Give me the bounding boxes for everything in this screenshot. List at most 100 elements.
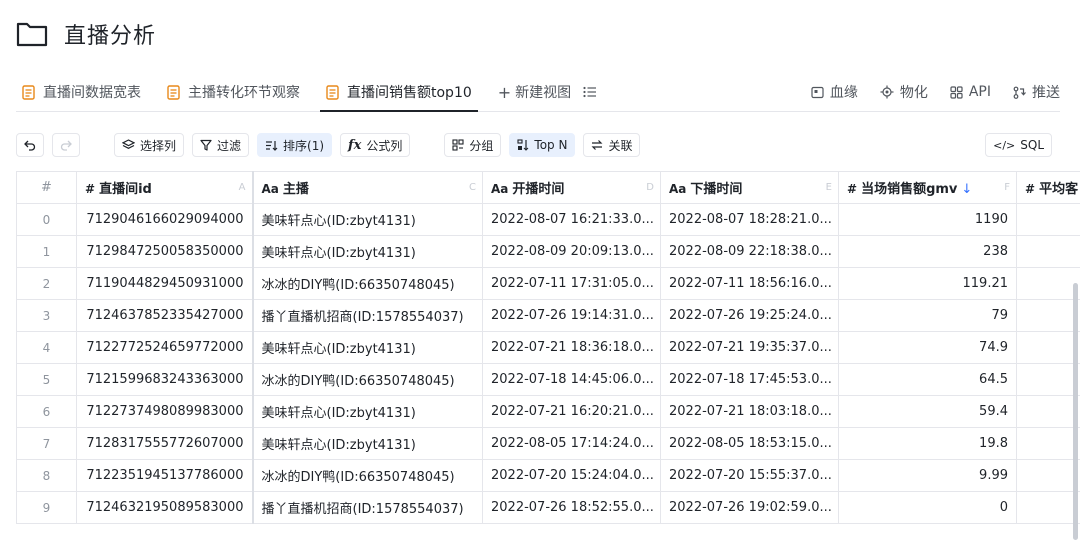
cell-gmv[interactable]: 64.5 (838, 363, 1017, 396)
push-button[interactable]: 推送 (1013, 82, 1060, 102)
cell-anchor[interactable]: 冰冰的DIY鸭(ID:66350748045) (252, 267, 483, 300)
group-button[interactable]: 分组 (444, 133, 502, 157)
cell-gmv[interactable]: 19.8 (838, 427, 1017, 460)
cell-end-time[interactable]: 2022-07-21 18:03:18.0... (660, 395, 839, 428)
cell-anchor[interactable]: 冰冰的DIY鸭(ID:66350748045) (252, 363, 483, 396)
new-view-button[interactable]: + 新建视图 (492, 74, 577, 110)
cell-anchor[interactable]: 冰冰的DIY鸭(ID:66350748045) (252, 459, 483, 492)
table-row[interactable]: 7 7128317555772607000 美味轩点心(ID:zbyt4131) 20… (16, 427, 1080, 460)
cell-start-time[interactable]: 2022-07-26 18:52:55.0... (482, 491, 661, 524)
cell-gmv[interactable]: 79 (838, 299, 1017, 332)
cell-gmv[interactable]: 0 (838, 491, 1017, 524)
row-number[interactable]: 6 (16, 395, 77, 428)
cell-avg[interactable] (1016, 491, 1080, 524)
cell-end-time[interactable]: 2022-08-09 22:18:38.0... (660, 235, 839, 268)
cell-start-time[interactable]: 2022-07-21 18:36:18.0... (482, 331, 661, 364)
cell-room-id[interactable]: 7129046166029094000 (76, 203, 254, 236)
cell-avg[interactable] (1016, 427, 1080, 460)
cell-start-time[interactable]: 2022-07-18 14:45:06.0... (482, 363, 661, 396)
tab-anchor-conversion[interactable]: 主播转化环节观察 (161, 74, 306, 110)
tab-sales-top10[interactable]: 直播间销售额top10 (320, 74, 478, 112)
lineage-button[interactable]: 血缘 (811, 82, 858, 102)
row-number[interactable]: 3 (16, 299, 77, 332)
cell-start-time[interactable]: 2022-08-09 20:09:13.0... (482, 235, 661, 268)
join-button[interactable]: 关联 (583, 133, 641, 157)
table-row[interactable]: 5 7121599683243363000 冰冰的DIY鸭(ID:663507480… (16, 363, 1080, 396)
cell-anchor[interactable]: 播丫直播机招商(ID:1578554037) (252, 299, 483, 332)
cell-avg[interactable] (1016, 203, 1080, 236)
cell-gmv[interactable]: 74.9 (838, 331, 1017, 364)
row-number[interactable]: 4 (16, 331, 77, 364)
cell-anchor[interactable]: 美味轩点心(ID:zbyt4131) (252, 203, 483, 236)
cell-room-id[interactable]: 7129847250058350000 (76, 235, 254, 268)
cell-room-id[interactable]: 7128317555772607000 (76, 427, 254, 460)
cell-room-id[interactable]: 7122351945137786000 (76, 459, 254, 492)
redo-button[interactable] (52, 133, 80, 157)
vertical-scrollbar[interactable] (1073, 283, 1078, 540)
cell-end-time[interactable]: 2022-07-18 17:45:53.0... (660, 363, 839, 396)
row-number[interactable]: 8 (16, 459, 77, 492)
formula-column-button[interactable]: fx 公式列 (340, 133, 411, 157)
cell-gmv[interactable]: 1190 (838, 203, 1017, 236)
cell-anchor[interactable]: 播丫直播机招商(ID:1578554037) (252, 491, 483, 524)
cell-avg[interactable] (1016, 331, 1080, 364)
cell-avg[interactable] (1016, 235, 1080, 268)
table-row[interactable]: 9 7124632195089583000 播丫直播机招商(ID:157855403… (16, 491, 1080, 524)
table-row[interactable]: 6 7122737498089983000 美味轩点心(ID:zbyt4131) 20… (16, 395, 1080, 428)
topn-button[interactable]: Top N (509, 133, 576, 157)
cell-end-time[interactable]: 2022-07-26 19:02:59.0... (660, 491, 839, 524)
row-number[interactable]: 2 (16, 267, 77, 300)
cell-gmv[interactable]: 238 (838, 235, 1017, 268)
table-row[interactable]: 4 7122772524659772000 美味轩点心(ID:zbyt4131) 20… (16, 331, 1080, 364)
cell-anchor[interactable]: 美味轩点心(ID:zbyt4131) (252, 427, 483, 460)
column-header-room-id[interactable]: # 直播间id A (76, 171, 254, 204)
cell-start-time[interactable]: 2022-07-20 15:24:04.0... (482, 459, 661, 492)
cell-start-time[interactable]: 2022-07-21 16:20:21.0... (482, 395, 661, 428)
cell-end-time[interactable]: 2022-08-05 18:53:15.0... (660, 427, 839, 460)
api-button[interactable]: API (950, 84, 991, 100)
view-list-icon[interactable] (577, 74, 603, 110)
cell-avg[interactable] (1016, 363, 1080, 396)
cell-room-id[interactable]: 7121599683243363000 (76, 363, 254, 396)
table-row[interactable]: 2 7119044829450931000 冰冰的DIY鸭(ID:663507480… (16, 267, 1080, 300)
cell-start-time[interactable]: 2022-07-26 19:14:31.0... (482, 299, 661, 332)
table-row[interactable]: 0 7129046166029094000 美味轩点心(ID:zbyt4131) 20… (16, 203, 1080, 236)
cell-end-time[interactable]: 2022-07-11 18:56:16.0... (660, 267, 839, 300)
cell-room-id[interactable]: 7122772524659772000 (76, 331, 254, 364)
cell-avg[interactable] (1016, 299, 1080, 332)
cell-room-id[interactable]: 7119044829450931000 (76, 267, 254, 300)
column-header-anchor[interactable]: Aa 主播 C (252, 171, 483, 204)
cell-anchor[interactable]: 美味轩点心(ID:zbyt4131) (252, 235, 483, 268)
cell-room-id[interactable]: 7124637852335427000 (76, 299, 254, 332)
materialize-button[interactable]: 物化 (880, 82, 928, 102)
cell-end-time[interactable]: 2022-08-07 18:28:21.0... (660, 203, 839, 236)
sort-button[interactable]: 排序(1) (257, 133, 333, 157)
table-row[interactable]: 3 7124637852335427000 播丫直播机招商(ID:157855403… (16, 299, 1080, 332)
cell-avg[interactable] (1016, 395, 1080, 428)
cell-avg[interactable]: 1 (1016, 267, 1080, 300)
cell-gmv[interactable]: 9.99 (838, 459, 1017, 492)
select-columns-button[interactable]: 选择列 (114, 133, 185, 157)
column-header-gmv[interactable]: # 当场销售额gmv ↓ F (838, 171, 1017, 204)
sql-button[interactable]: </> SQL (985, 133, 1052, 157)
row-number[interactable]: 7 (16, 427, 77, 460)
cell-end-time[interactable]: 2022-07-20 15:55:37.0... (660, 459, 839, 492)
cell-gmv[interactable]: 119.21 (838, 267, 1017, 300)
row-number[interactable]: 0 (16, 203, 77, 236)
cell-start-time[interactable]: 2022-07-11 17:31:05.0... (482, 267, 661, 300)
row-number[interactable]: 1 (16, 235, 77, 268)
cell-end-time[interactable]: 2022-07-21 19:35:37.0... (660, 331, 839, 364)
cell-room-id[interactable]: 7122737498089983000 (76, 395, 254, 428)
cell-gmv[interactable]: 59.4 (838, 395, 1017, 428)
column-header-avg[interactable]: # 平均客 (1016, 171, 1080, 204)
row-number[interactable]: 9 (16, 491, 77, 524)
table-row[interactable]: 1 7129847250058350000 美味轩点心(ID:zbyt4131) 20… (16, 235, 1080, 268)
filter-button[interactable]: 过滤 (192, 133, 250, 157)
column-header-start-time[interactable]: Aa 开播时间 D (482, 171, 661, 204)
cell-end-time[interactable]: 2022-07-26 19:25:24.0... (660, 299, 839, 332)
table-row[interactable]: 8 7122351945137786000 冰冰的DIY鸭(ID:663507480… (16, 459, 1080, 492)
column-header-end-time[interactable]: Aa 下播时间 E (660, 171, 839, 204)
undo-button[interactable] (16, 133, 44, 157)
tab-wide-table[interactable]: 直播间数据宽表 (16, 74, 147, 110)
cell-room-id[interactable]: 7124632195089583000 (76, 491, 254, 524)
